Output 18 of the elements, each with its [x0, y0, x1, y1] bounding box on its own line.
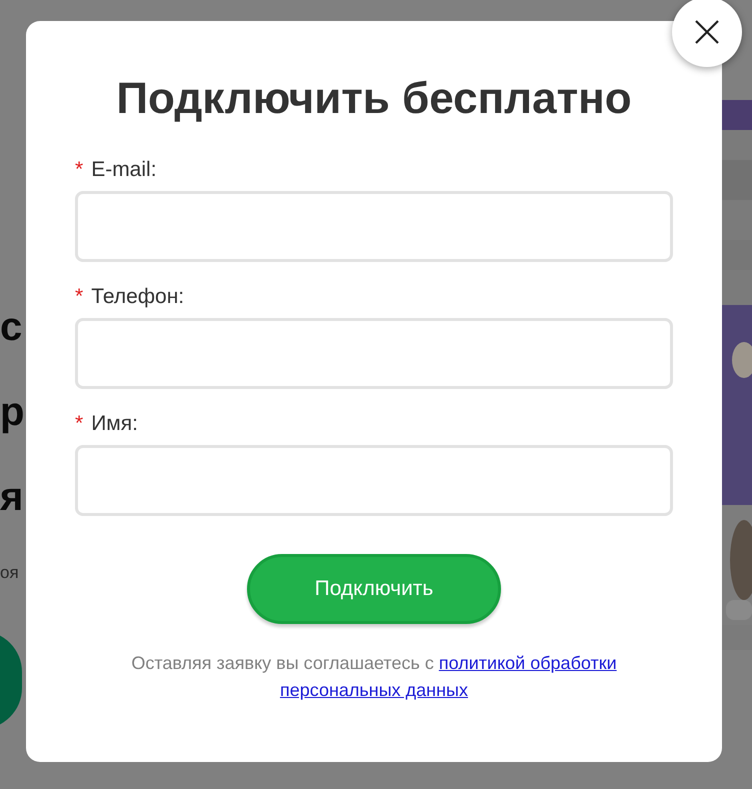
background-heading-text: р	[0, 389, 26, 436]
input-field[interactable]	[75, 318, 673, 389]
input-field[interactable]	[75, 191, 673, 262]
field-label: Телефон:	[91, 284, 184, 310]
required-mark: *	[75, 284, 84, 310]
required-mark: *	[75, 157, 84, 183]
modal-title: Подключить бесплатно	[116, 73, 632, 125]
consent-text: Оставляя заявку вы соглашаетесь с	[131, 652, 434, 675]
close-button[interactable]	[672, 0, 742, 67]
field-label: E-mail:	[91, 157, 157, 183]
background-text: оя	[0, 562, 20, 584]
privacy-policy-link[interactable]: персональных данных	[280, 677, 468, 704]
field-label: Имя:	[91, 411, 138, 437]
input-field[interactable]	[75, 445, 673, 516]
required-mark: *	[75, 411, 84, 437]
close-icon	[694, 19, 720, 45]
privacy-policy-link[interactable]: политикой обработки	[438, 650, 617, 677]
background-heading-text: с	[0, 304, 24, 351]
